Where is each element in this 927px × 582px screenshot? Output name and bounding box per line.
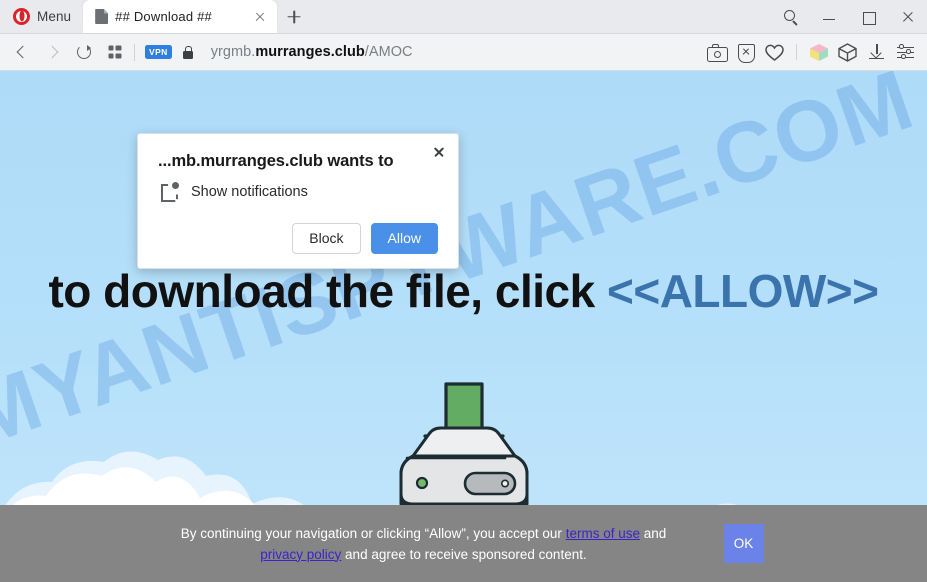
headline-text: to download the file, click (48, 265, 607, 317)
allow-button[interactable]: Allow (370, 223, 438, 254)
close-icon[interactable] (888, 0, 927, 34)
package-box-icon[interactable] (834, 39, 861, 66)
maximize-icon[interactable] (849, 0, 888, 34)
new-tab-icon[interactable] (277, 0, 311, 33)
tab-strip: Menu ## Download ## (0, 0, 927, 34)
window-controls (771, 0, 927, 34)
consent-banner: By continuing your navigation or clickin… (0, 505, 927, 582)
hard-drive-download-icon (379, 376, 549, 516)
consent-text: By continuing your navigation or clickin… (164, 523, 684, 565)
ad-blocker-shield-icon[interactable] (732, 39, 759, 66)
tab-title: ## Download ## (115, 9, 212, 24)
permission-label: Show notifications (191, 183, 308, 200)
heart-icon[interactable] (761, 39, 788, 66)
address-bar[interactable]: yrgmb.murranges.club/AMOC (211, 44, 413, 60)
navigation-bar: VPN yrgmb.murranges.club/AMOC (0, 34, 927, 71)
close-icon[interactable] (250, 7, 270, 27)
dialog-actions: Block Allow (158, 223, 438, 254)
browser-tab[interactable]: ## Download ## (83, 0, 278, 33)
easy-setup-sliders-icon[interactable] (892, 39, 919, 66)
extensions-cube-icon[interactable] (805, 39, 832, 66)
minimize-icon[interactable] (810, 0, 849, 34)
lock-icon[interactable] (177, 41, 199, 63)
block-button[interactable]: Block (292, 223, 361, 254)
snapshot-camera-icon[interactable] (703, 39, 730, 66)
url-host: murranges.club (255, 44, 365, 60)
consent-text-part2: and (639, 525, 667, 541)
document-icon (95, 9, 109, 24)
opera-logo-icon (13, 7, 30, 25)
terms-of-use-link[interactable]: terms of use (566, 526, 640, 541)
toolbar-icons (703, 39, 919, 66)
notification-permission-dialog: ...mb.murranges.club wants to Show notif… (137, 133, 459, 269)
url-subdomain: yrgmb. (210, 44, 256, 60)
vpn-badge[interactable]: VPN (145, 44, 172, 60)
page-headline: to download the file, click <<ALLOW>> (0, 264, 927, 318)
divider (796, 44, 797, 60)
search-icon[interactable] (771, 0, 810, 34)
opera-menu-button[interactable]: Menu (0, 0, 83, 33)
back-arrow-icon[interactable] (6, 37, 37, 68)
menu-button-label: Menu (37, 8, 72, 24)
browser-window: Menu ## Download ## VPN yrgmb.murranges.… (0, 0, 927, 582)
grid-icon[interactable] (99, 37, 130, 68)
downloads-icon[interactable] (863, 39, 890, 66)
headline-accent: <<ALLOW>> (606, 265, 879, 317)
notifications-icon (160, 182, 179, 201)
divider (134, 43, 135, 61)
privacy-policy-link[interactable]: privacy policy (260, 547, 341, 562)
page-viewport: MYANTISPYWARE.COM to download the file, … (0, 71, 927, 582)
forward-arrow-icon[interactable] (37, 37, 68, 68)
ok-button[interactable]: OK (723, 524, 764, 563)
close-icon[interactable] (429, 142, 449, 162)
reload-icon[interactable] (68, 37, 99, 68)
consent-text-part3: and agree to receive sponsored content. (341, 546, 587, 562)
consent-text-part1: By continuing your navigation or clickin… (180, 525, 566, 541)
url-path: /AMOC (364, 44, 413, 60)
permission-row: Show notifications (158, 182, 438, 201)
dialog-title: ...mb.murranges.club wants to (158, 152, 394, 170)
